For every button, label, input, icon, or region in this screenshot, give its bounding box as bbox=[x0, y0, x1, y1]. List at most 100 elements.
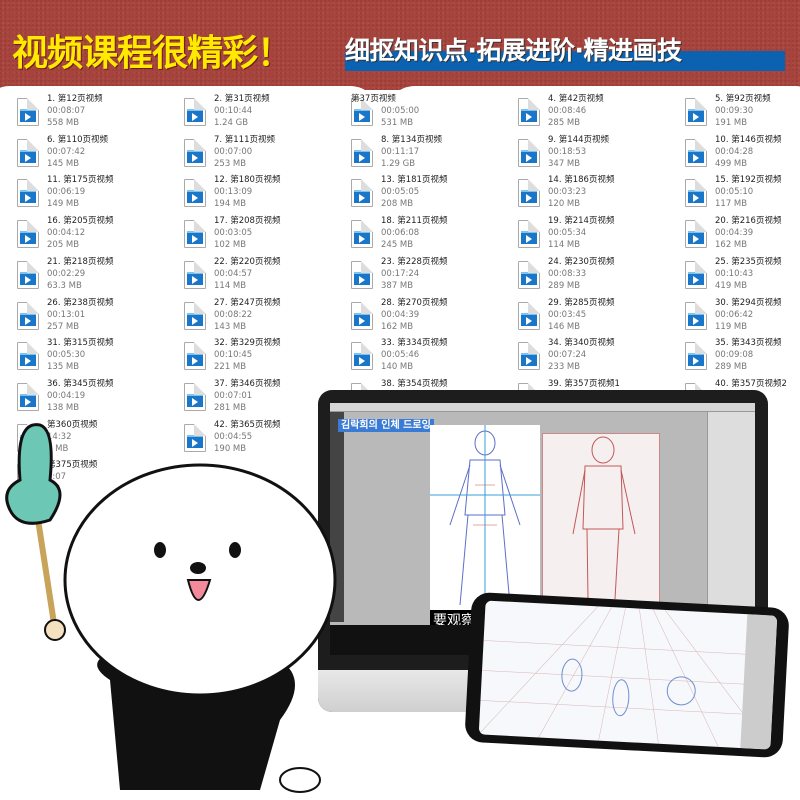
video-file-icon bbox=[518, 179, 540, 208]
video-file-icon bbox=[518, 220, 540, 249]
file-duration: 00:07:01 bbox=[214, 390, 253, 401]
file-item[interactable]: 20. 第216页视频 00:04:39 162 MB bbox=[685, 216, 800, 256]
video-file-icon bbox=[685, 342, 707, 371]
file-size: 120 MB bbox=[548, 199, 581, 210]
video-file-icon bbox=[518, 301, 540, 330]
file-item[interactable]: 24. 第230页视频 00:08:33 289 MB bbox=[518, 257, 678, 297]
file-duration: 00:10:45 bbox=[214, 350, 253, 361]
video-file-icon bbox=[351, 342, 373, 371]
file-size: 289 MB bbox=[548, 280, 581, 291]
video-file-icon bbox=[685, 98, 707, 126]
file-name: 27. 第247页视频 bbox=[214, 297, 281, 308]
file-name: 17. 第208页视频 bbox=[214, 216, 281, 227]
video-file-icon bbox=[184, 220, 206, 249]
file-size: 1.29 GB bbox=[381, 158, 416, 169]
file-item[interactable]: 34. 第340页视频 00:07:24 233 MB bbox=[518, 338, 678, 378]
file-name: 10. 第146页视频 bbox=[715, 134, 782, 145]
file-name: 16. 第205页视频 bbox=[47, 216, 114, 227]
file-item[interactable]: 28. 第270页视频 00:04:39 162 MB bbox=[351, 298, 511, 338]
video-file-icon bbox=[351, 220, 373, 249]
video-file-icon bbox=[351, 179, 373, 208]
file-item[interactable]: 9. 第144页视频 00:18:53 347 MB bbox=[518, 135, 678, 175]
file-duration: 00:10:44 bbox=[214, 106, 253, 116]
file-item[interactable]: 6. 第110页视频 00:07:42 145 MB bbox=[17, 135, 177, 175]
file-item[interactable]: 18. 第211页视频 00:06:08 245 MB bbox=[351, 216, 511, 256]
file-duration: 00:05:05 bbox=[381, 187, 420, 198]
file-item[interactable]: 26. 第238页视频 00:13:01 257 MB bbox=[17, 298, 177, 338]
file-item[interactable]: 7. 第111页视频 00:07:00 253 MB bbox=[184, 135, 344, 175]
file-item[interactable]: 11. 第175页视频 00:06:19 149 MB bbox=[17, 175, 177, 215]
file-size: 257 MB bbox=[47, 321, 80, 332]
file-size: 114 MB bbox=[214, 280, 247, 291]
file-item[interactable]: 8. 第134页视频 00:11:17 1.29 GB bbox=[351, 135, 511, 175]
video-file-icon bbox=[518, 98, 540, 126]
file-item[interactable]: 22. 第220页视频 00:04:57 114 MB bbox=[184, 257, 344, 297]
file-name: 20. 第216页视频 bbox=[715, 216, 782, 227]
file-item[interactable]: 17. 第208页视频 00:03:05 102 MB bbox=[184, 216, 344, 256]
file-item[interactable]: 29. 第285页视频 00:03:45 146 MB bbox=[518, 298, 678, 338]
file-duration: 00:05:10 bbox=[715, 187, 754, 198]
file-size: 531 MB bbox=[381, 118, 414, 128]
file-name: 34. 第340页视频 bbox=[548, 338, 615, 349]
file-item[interactable]: 12. 第180页视频 00:13:09 194 MB bbox=[184, 175, 344, 215]
file-duration: 00:03:45 bbox=[548, 309, 587, 320]
file-item[interactable]: 32. 第329页视频 00:10:45 221 MB bbox=[184, 338, 344, 378]
file-item[interactable]: 14. 第186页视频 00:03:23 120 MB bbox=[518, 175, 678, 215]
file-duration: 00:04:19 bbox=[47, 390, 86, 401]
file-item[interactable]: 21. 第218页视频 00:02:29 63.3 MB bbox=[17, 257, 177, 297]
file-size: 281 MB bbox=[214, 402, 247, 413]
file-name: 6. 第110页视频 bbox=[47, 134, 109, 145]
file-duration: 00:05:00 bbox=[381, 106, 420, 116]
video-file-icon bbox=[351, 301, 373, 330]
file-item[interactable]: 16. 第205页视频 00:04:12 205 MB bbox=[17, 216, 177, 256]
file-item[interactable]: 第37页视频 00:05:00 531 MB bbox=[351, 94, 511, 134]
file-size: 221 MB bbox=[214, 362, 247, 373]
file-name: 11. 第175页视频 bbox=[47, 175, 114, 186]
file-duration: 00:04:57 bbox=[214, 268, 253, 279]
file-duration: 00:03:23 bbox=[548, 187, 587, 198]
file-item[interactable]: 15. 第192页视频 00:05:10 117 MB bbox=[685, 175, 800, 215]
file-name: 25. 第235页视频 bbox=[715, 256, 782, 267]
file-duration: 00:06:42 bbox=[715, 309, 754, 320]
file-size: 347 MB bbox=[548, 158, 581, 169]
file-item[interactable]: 33. 第334页视频 00:05:46 140 MB bbox=[351, 338, 511, 378]
file-duration: 00:07:24 bbox=[548, 350, 587, 361]
file-size: 119 MB bbox=[715, 321, 748, 332]
file-item[interactable]: 30. 第294页视频 00:06:42 119 MB bbox=[685, 298, 800, 338]
file-item[interactable]: 25. 第235页视频 00:10:43 419 MB bbox=[685, 257, 800, 297]
file-duration: 00:09:08 bbox=[715, 350, 754, 361]
file-duration: 00:07:00 bbox=[214, 146, 253, 157]
file-name: 22. 第220页视频 bbox=[214, 256, 281, 267]
file-size: 245 MB bbox=[381, 240, 414, 251]
file-name: 1. 第12页视频 bbox=[47, 94, 103, 104]
file-item[interactable]: 10. 第146页视频 00:04:28 499 MB bbox=[685, 135, 800, 175]
file-size: 1.24 GB bbox=[214, 118, 249, 128]
file-name: 4. 第42页视频 bbox=[548, 94, 604, 104]
file-item[interactable]: 4. 第42页视频 00:08:46 285 MB bbox=[518, 94, 678, 134]
file-duration: 00:07:42 bbox=[47, 146, 86, 157]
phone bbox=[464, 591, 790, 759]
figure-sketch bbox=[430, 425, 540, 615]
file-name: 18. 第211页视频 bbox=[381, 216, 448, 227]
file-name: 24. 第230页视频 bbox=[548, 256, 615, 267]
video-file-icon bbox=[184, 98, 206, 126]
file-item[interactable]: 36. 第345页视频 00:04:19 138 MB bbox=[17, 379, 177, 419]
file-item[interactable]: 19. 第214页视频 00:05:34 114 MB bbox=[518, 216, 678, 256]
file-item[interactable]: 27. 第247页视频 00:08:22 143 MB bbox=[184, 298, 344, 338]
file-item[interactable]: 13. 第181页视频 00:05:05 208 MB bbox=[351, 175, 511, 215]
file-item[interactable]: 5. 第92页视频 00:09:30 191 MB bbox=[685, 94, 800, 134]
file-item[interactable]: 1. 第12页视频 00:08:07 558 MB bbox=[17, 94, 177, 134]
video-file-icon bbox=[184, 260, 206, 289]
file-item[interactable]: 35. 第343页视频 00:09:08 289 MB bbox=[685, 338, 800, 378]
file-size: 499 MB bbox=[715, 158, 748, 169]
file-name: 5. 第92页视频 bbox=[715, 94, 771, 104]
file-item[interactable]: 31. 第315页视频 00:05:30 135 MB bbox=[17, 338, 177, 378]
file-name: 36. 第345页视频 bbox=[47, 378, 114, 389]
video-file-icon bbox=[518, 342, 540, 371]
file-size: 63.3 MB bbox=[47, 280, 82, 291]
file-item[interactable]: 2. 第31页视频 00:10:44 1.24 GB bbox=[184, 94, 344, 134]
video-file-icon bbox=[17, 138, 39, 167]
file-duration: 00:05:34 bbox=[548, 228, 587, 239]
video-file-icon bbox=[17, 382, 39, 411]
file-item[interactable]: 23. 第228页视频 00:17:24 387 MB bbox=[351, 257, 511, 297]
